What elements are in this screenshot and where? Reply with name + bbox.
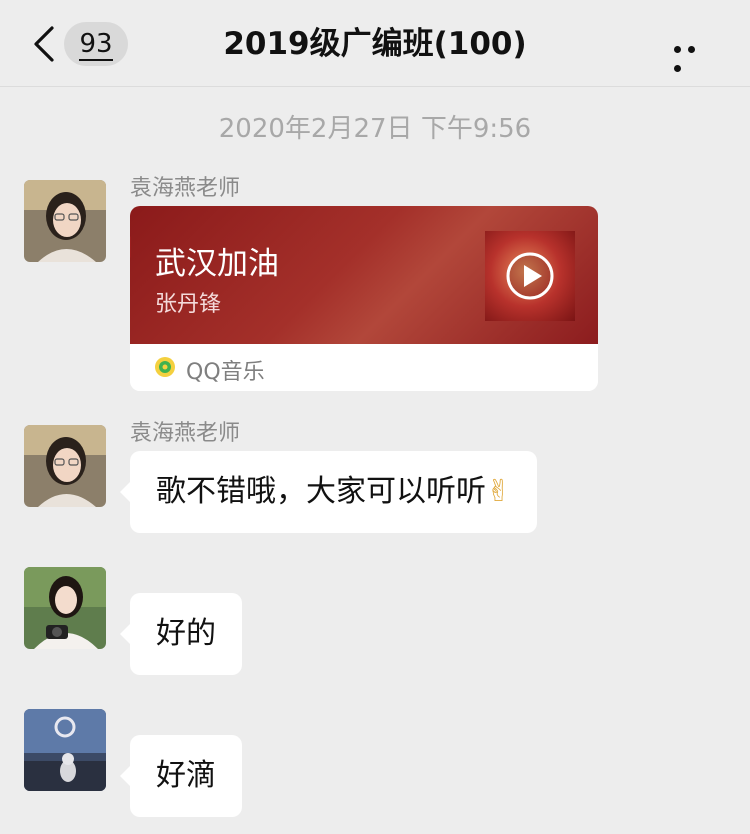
avatar[interactable] [24,425,106,507]
music-share-card[interactable]: 武汉加油 张丹锋 QQ音乐 [130,206,598,391]
album-art [485,231,575,321]
sender-name: 袁海燕老师 [130,421,241,446]
navigation-bar: 93 2019级广编班(100) [0,0,750,87]
song-artist: 张丹锋 [155,292,222,317]
song-title: 武汉加油 [155,246,279,282]
music-card-footer: QQ音乐 [130,344,598,391]
message-text: 好滴 [156,758,216,793]
play-icon[interactable] [485,231,575,321]
message-text: 好的 [156,616,216,651]
music-card-cover: 武汉加油 张丹锋 [130,206,598,344]
message-bubble[interactable]: 歌不错哦，大家可以听听✌ [119,451,538,533]
sender-name: 袁海燕老师 [130,176,241,201]
music-source-label: QQ音乐 [186,360,265,385]
avatar[interactable] [24,709,106,791]
avatar[interactable] [24,180,106,262]
victory-hand-icon: ✌ [486,474,512,509]
message-text: 歌不错哦，大家可以听听 [156,474,486,509]
qq-music-icon [155,357,175,377]
avatar[interactable] [24,567,106,649]
message-bubble[interactable]: 好的 [120,593,242,675]
chat-title: 2019级广编班(100) [223,26,527,62]
message-bubble[interactable]: 好滴 [120,735,242,817]
more-icon[interactable] [674,38,714,72]
message-timestamp: 2020年2月27日 下午9:56 [218,114,532,144]
